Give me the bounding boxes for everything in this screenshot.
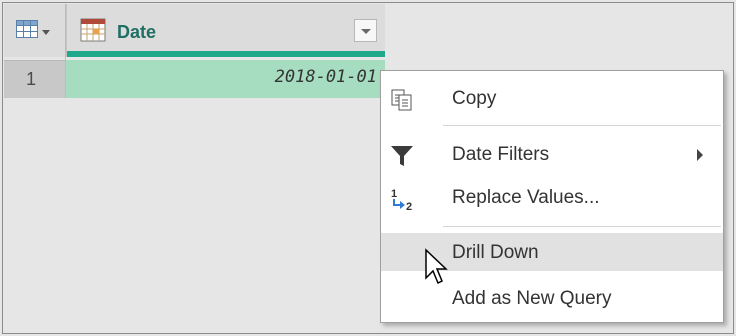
- menu-item-label: Copy: [452, 88, 497, 109]
- table-options-button[interactable]: [4, 4, 65, 57]
- chevron-down-icon: [42, 30, 50, 35]
- menu-item-label: Date Filters: [452, 144, 550, 165]
- svg-text:1: 1: [391, 188, 397, 200]
- menu-item-label: Add as New Query: [452, 288, 612, 309]
- menu-item-copy[interactable]: Copy: [381, 79, 723, 117]
- menu-item-label: Replace Values...: [452, 187, 600, 208]
- menu-item-replace-values[interactable]: 1 2 Replace Values...: [381, 178, 723, 216]
- table-cell-date[interactable]: 2018-01-01: [66, 60, 385, 98]
- column-header-date[interactable]: Date: [66, 4, 385, 57]
- calendar-icon: [80, 18, 106, 42]
- submenu-arrow-icon: [697, 149, 703, 161]
- column-name: Date: [117, 22, 157, 42]
- table-grid-icon: [16, 20, 38, 38]
- row-index: 1: [26, 69, 37, 89]
- menu-item-label: Drill Down: [452, 242, 539, 263]
- column-filter-button[interactable]: [354, 19, 377, 42]
- funnel-icon: [391, 146, 413, 166]
- replace-values-icon: 1 2: [391, 188, 412, 212]
- cell-value: 2018-01-01: [274, 67, 377, 87]
- menu-item-date-filters[interactable]: Date Filters: [381, 135, 723, 173]
- menu-separator: [443, 125, 721, 126]
- column-quality-bar: [67, 51, 385, 57]
- mouse-pointer-icon: [425, 248, 448, 285]
- menu-separator: [443, 226, 721, 227]
- row-number: 1: [4, 60, 65, 98]
- svg-text:2: 2: [406, 201, 412, 212]
- copy-icon: [391, 89, 412, 111]
